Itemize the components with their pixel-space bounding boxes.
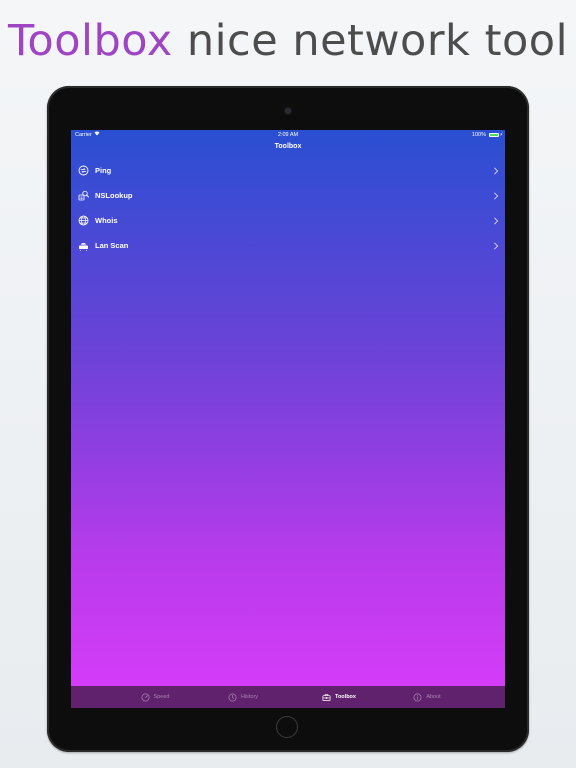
tab-label: History: [240, 694, 259, 700]
toolbox-icon: [322, 693, 331, 701]
menu-item-label: Ping: [95, 166, 112, 175]
headline-accent: Toolbox: [7, 16, 173, 66]
headline-rest: nice network tool: [172, 16, 569, 66]
tab-label: Toolbox: [335, 694, 356, 700]
tab-label: About: [426, 694, 441, 700]
chevron-right-icon: [494, 242, 499, 250]
menu-item-ping[interactable]: Ping: [71, 158, 505, 183]
toolbox-menu: Ping NSLookup Whois Lan Scan: [71, 158, 505, 258]
chevron-right-icon: [494, 217, 499, 225]
speedometer-icon: [141, 693, 150, 701]
tab-about[interactable]: About: [373, 686, 481, 708]
ping-icon: [78, 165, 89, 176]
tab-bar: Speed History Toolbox About: [71, 686, 505, 708]
camera-icon: [285, 108, 291, 114]
clock-icon: [228, 693, 237, 701]
tab-history[interactable]: History: [189, 686, 297, 708]
menu-item-label: Whois: [95, 216, 118, 225]
menu-item-label: NSLookup: [95, 191, 133, 200]
charging-icon: ⚡: [499, 132, 503, 138]
menu-item-whois[interactable]: Whois: [71, 208, 505, 233]
status-time: 2:09 AM: [277, 132, 299, 138]
nslookup-icon: [78, 190, 89, 201]
menu-item-label: Lan Scan: [95, 241, 129, 250]
status-bar: Carrier 2:09 AM 100% ⚡: [71, 130, 505, 140]
tablet-device: Carrier 2:09 AM 100% ⚡ Toolbox Ping NSLo…: [47, 86, 529, 752]
tab-label: Speed: [153, 694, 170, 700]
headline: Toolbox nice network tool: [0, 16, 576, 66]
chevron-right-icon: [494, 167, 499, 175]
battery-percent: 100%: [471, 132, 486, 138]
app-screen: Carrier 2:09 AM 100% ⚡ Toolbox Ping NSLo…: [71, 130, 505, 708]
battery-icon: [489, 133, 499, 137]
home-button[interactable]: [276, 716, 298, 738]
menu-item-lan-scan[interactable]: Lan Scan: [71, 233, 505, 258]
menu-item-nslookup[interactable]: NSLookup: [71, 183, 505, 208]
info-icon: [413, 693, 422, 701]
router-icon: [79, 243, 88, 251]
globe-icon: [78, 215, 89, 226]
nav-title: Toolbox: [274, 143, 302, 150]
chevron-right-icon: [494, 192, 499, 200]
